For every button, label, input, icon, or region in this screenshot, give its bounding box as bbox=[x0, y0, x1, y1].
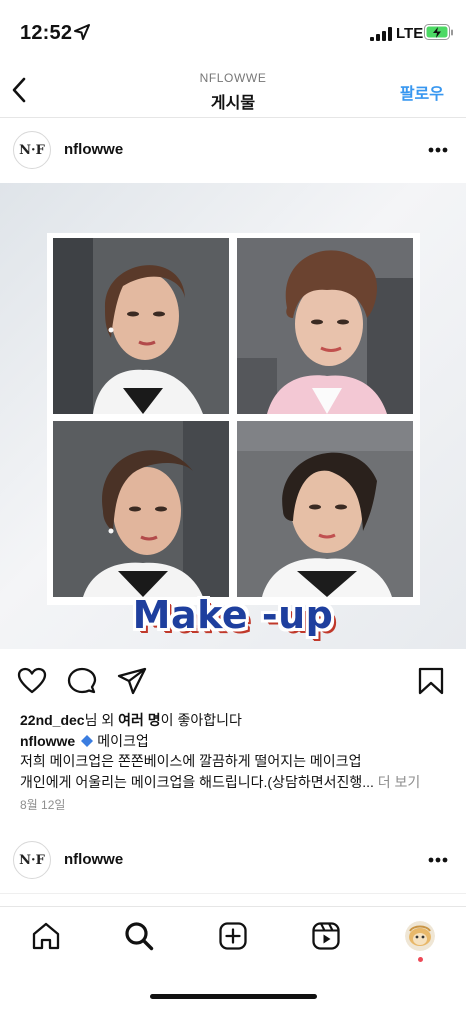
caption-line-2-text: 개인에게 어울리는 메이크업을 해드립니다.(상담하면서진행... bbox=[20, 774, 378, 790]
divider bbox=[0, 893, 466, 894]
follow-button[interactable]: 팔로우 bbox=[400, 80, 444, 104]
caption-username[interactable]: nflowwe bbox=[20, 733, 75, 749]
nav-header: NFLOWWE 게시물 팔로우 bbox=[0, 64, 466, 118]
likes-count[interactable]: 여러 명 bbox=[118, 712, 161, 728]
status-bar: 12:52 LTE bbox=[0, 0, 466, 64]
more-options-icon[interactable] bbox=[428, 857, 448, 863]
likes-text: 님 외 bbox=[84, 712, 119, 728]
likes-summary[interactable]: 22nd_dec님 외 여러 명이 좋아합니다 bbox=[20, 710, 242, 730]
heart-icon[interactable] bbox=[17, 666, 47, 696]
collage-photo bbox=[237, 421, 413, 597]
likes-suffix: 이 좋아합니다 bbox=[160, 712, 242, 728]
notification-dot bbox=[418, 957, 423, 962]
tab-bar bbox=[0, 906, 466, 966]
location-arrow-icon bbox=[74, 24, 90, 40]
caption-line-2: 개인에게 어울리는 메이크업을 해드립니다.(상담하면서진행... 더 보기 bbox=[20, 772, 460, 793]
profile-avatar-icon bbox=[405, 921, 435, 951]
comment-icon[interactable] bbox=[67, 666, 97, 696]
home-icon[interactable] bbox=[31, 921, 61, 951]
avatar-logo: N·F bbox=[19, 142, 45, 158]
avatar[interactable]: N·F bbox=[13, 131, 51, 169]
battery-charging-icon bbox=[424, 24, 453, 40]
more-link[interactable]: 더 보기 bbox=[378, 774, 421, 790]
caption-header: nflowwe 메이크업 bbox=[20, 731, 149, 751]
post-actions bbox=[0, 660, 466, 704]
create-icon[interactable] bbox=[218, 921, 248, 951]
page-title: 게시물 bbox=[210, 95, 256, 112]
post-username[interactable]: nflowwe bbox=[64, 851, 123, 868]
network-label: LTE bbox=[396, 25, 424, 42]
home-indicator bbox=[150, 994, 317, 999]
status-time: 12:52 bbox=[20, 22, 73, 44]
caption-title: 메이크업 bbox=[97, 733, 149, 749]
photo-collage bbox=[47, 233, 420, 605]
post-date: 8월 12일 bbox=[20, 798, 66, 812]
diamond-icon bbox=[81, 735, 94, 747]
share-icon[interactable] bbox=[117, 666, 147, 696]
bookmark-icon[interactable] bbox=[416, 666, 446, 696]
liker-username[interactable]: 22nd_dec bbox=[20, 712, 85, 728]
caption-line-1: 저희 메이크업은 쫀쫀베이스에 깔끔하게 떨어지는 메이크업 bbox=[20, 753, 362, 769]
profile-avatar[interactable] bbox=[405, 921, 435, 951]
next-post-header: N·F nflowwe bbox=[0, 829, 466, 893]
more-options-icon[interactable] bbox=[428, 147, 448, 153]
post-image[interactable]: Make -up bbox=[0, 183, 466, 649]
avatar-logo: N·F bbox=[19, 852, 45, 868]
collage-photo bbox=[53, 238, 229, 414]
image-text-overlay: Make -up bbox=[132, 593, 334, 637]
search-icon[interactable] bbox=[124, 921, 154, 951]
reels-icon[interactable] bbox=[311, 921, 341, 951]
avatar[interactable]: N·F bbox=[13, 841, 51, 879]
signal-icon bbox=[370, 27, 392, 41]
collage-photo bbox=[53, 421, 229, 597]
collage-photo bbox=[237, 238, 413, 414]
post-username[interactable]: nflowwe bbox=[64, 141, 123, 158]
header-subtitle: NFLOWWE bbox=[199, 71, 267, 85]
post-header: N·F nflowwe bbox=[0, 119, 466, 183]
caption-body: 저희 메이크업은 쫀쫀베이스에 깔끔하게 떨어지는 메이크업 개인에게 어울리는… bbox=[20, 751, 460, 793]
